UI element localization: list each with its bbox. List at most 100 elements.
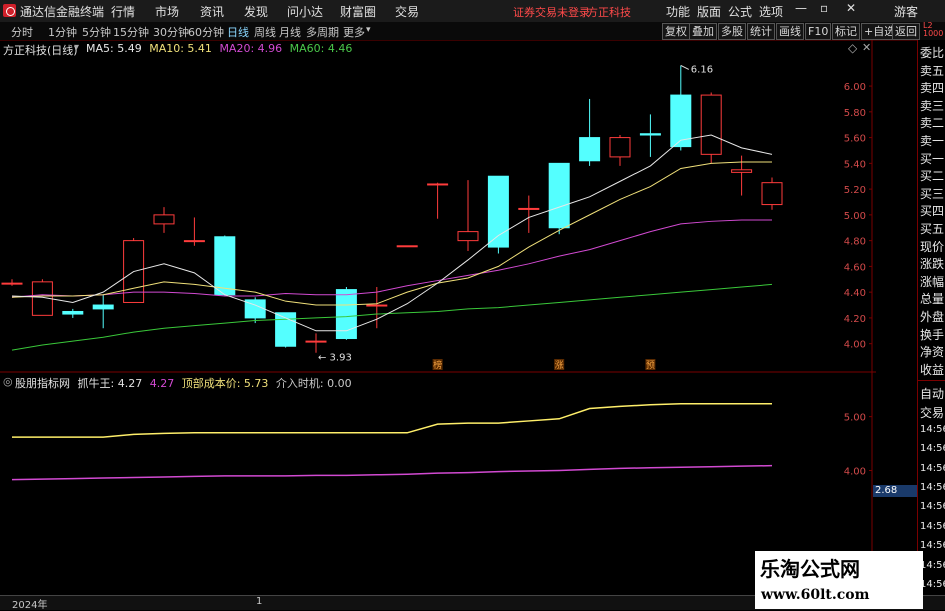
stock-name: 方正科技 <box>587 6 631 19</box>
menu-item-discover[interactable]: 发现 <box>244 3 268 20</box>
y-tick-label: 4.40 <box>844 288 866 299</box>
candle-body <box>579 137 601 162</box>
draw-button[interactable]: 画线 <box>776 23 804 40</box>
quote-label: 涨幅 <box>920 274 945 289</box>
adjust-button[interactable]: 复权 <box>662 23 690 40</box>
indicator-chart[interactable]: 5.004.002.00 <box>0 373 876 595</box>
menu-item-formula[interactable]: 公式 <box>728 3 752 20</box>
menu-item-trade[interactable]: 交易 <box>395 3 419 20</box>
ma-legend: MA5: 5.49 MA10: 5.41 MA20: 4.96 MA60: 4.… <box>86 42 356 55</box>
quote-label: 买二 <box>920 169 945 184</box>
y-tick-label: 5.40 <box>844 159 866 170</box>
chart-title: 方正科技(日线) <box>3 44 78 57</box>
ma60-label: MA60: 4.46 <box>289 42 353 55</box>
back-button[interactable]: 返回 <box>892 23 920 40</box>
ma10-label: MA10: 5.41 <box>149 42 212 55</box>
level-badge-icon: L2 1000 <box>923 21 944 38</box>
kline-chart[interactable]: 6.00 5.80 5.60 5.40 5.20 5.00 4.80 4.60 4.40 4.20… <box>0 40 876 373</box>
indicator-toggle-icon[interactable]: ◎ <box>3 375 13 388</box>
y-tick-label: 4.80 <box>844 237 866 248</box>
trade-time-label[interactable]: 自动 <box>920 385 944 402</box>
candle-body <box>700 94 722 155</box>
guest-label[interactable]: 游客 <box>894 3 918 20</box>
trade-time-label: 14:56 <box>920 559 945 571</box>
candle-body <box>639 133 661 136</box>
login-status[interactable]: 证券交易未登录 <box>513 4 590 20</box>
candle-body <box>731 169 753 173</box>
trade-time-label: 14:56 <box>920 482 945 493</box>
trade-time-label: 14:56 <box>920 540 945 552</box>
indicator-line2: 顶部成本价: 5.73 <box>181 377 269 390</box>
menu-item-layout[interactable]: 版面 <box>697 3 721 20</box>
ma-toggle-icon[interactable]: ▾ <box>74 42 79 53</box>
tab-period-monthly[interactable]: 月线 <box>279 24 301 40</box>
tab-period-weekly[interactable]: 周线 <box>254 24 276 40</box>
y-tick-label: 5.80 <box>844 108 866 119</box>
trade-time-label: 14:56 <box>920 462 945 474</box>
candle-body <box>153 214 175 225</box>
ma20-label: MA20: 4.96 <box>219 42 283 55</box>
y-tick-label: 5.20 <box>844 185 866 196</box>
more-chevron-icon[interactable]: ▾ <box>366 25 371 35</box>
menu-item-wealth[interactable]: 财富圈 <box>340 3 376 20</box>
trade-time-label: 14:56 <box>920 423 945 435</box>
tab-period-30min[interactable]: 30分钟 <box>153 24 189 40</box>
quote-label: 涨跌 <box>920 257 945 272</box>
quote-label: 现价 <box>920 239 945 254</box>
trade-time-label: 14:56 <box>920 520 945 532</box>
trade-time-label: 14:56 <box>920 579 945 590</box>
period-toolbar: 分时 1分钟 5分钟 15分钟 30分钟 60分钟 日线 周线 月线 多周期 更… <box>0 22 945 41</box>
y-tick-label: 4.00 <box>844 340 866 351</box>
minimize-icon[interactable]: — <box>795 1 807 15</box>
menu-item-assistant[interactable]: 问小达 <box>287 3 323 20</box>
quote-label: 卖一 <box>920 134 945 148</box>
quote-label: 总量 <box>920 292 945 307</box>
tab-period-5min[interactable]: 5分钟 <box>82 24 111 40</box>
y-tick-label: 4.20 <box>844 314 866 325</box>
restore-icon[interactable]: ▫ <box>820 1 828 15</box>
tab-period-15min[interactable]: 15分钟 <box>113 24 149 40</box>
quote-label: 收益 <box>920 362 945 377</box>
candle-body <box>92 304 114 310</box>
tab-period-60min[interactable]: 60分钟 <box>188 24 224 40</box>
menu-item-market[interactable]: 行情 <box>111 3 135 20</box>
marker-label: 涨 <box>555 360 564 371</box>
overlay-button[interactable]: 叠加 <box>689 23 717 40</box>
stats-button[interactable]: 统计 <box>747 23 775 40</box>
y-tick-label: 4.60 <box>844 262 866 273</box>
tab-period-daily[interactable]: 日线 <box>227 24 249 40</box>
quote-label: 卖五 <box>920 63 945 78</box>
tab-period-multi[interactable]: 多周期 <box>306 24 339 40</box>
quote-label: 委比 <box>920 46 945 60</box>
tab-period-1min[interactable]: 1分钟 <box>48 24 77 40</box>
chart-close-icon[interactable]: ✕ <box>862 41 871 54</box>
indicator-line1: 抓牛王: 4.27 <box>77 377 143 390</box>
indicator-legend: 股朋指标网 抓牛王: 4.27 4.27 顶部成本价: 5.73 介入时机: 0… <box>15 375 352 391</box>
multi-stock-button[interactable]: 多股 <box>718 23 746 40</box>
y-tick-label: 5.00 <box>844 211 866 222</box>
page-indicator[interactable]: 1 <box>256 596 262 607</box>
candle-body <box>214 236 236 296</box>
high-label: 6.16 <box>691 64 713 75</box>
top-cost-line <box>12 402 772 438</box>
candle-body <box>609 137 631 158</box>
quote-label: 买五 <box>920 222 945 236</box>
close-icon[interactable]: ✕ <box>846 1 856 15</box>
tab-period-intraday[interactable]: 分时 <box>11 24 33 40</box>
chart-settings-icon[interactable]: ◇ <box>848 41 857 55</box>
quote-label: 买一 <box>920 151 945 166</box>
candle-body <box>761 182 783 206</box>
menu-item-options[interactable]: 选项 <box>759 3 783 20</box>
quote-label: 买三 <box>920 186 945 201</box>
app-logo-icon <box>3 4 16 17</box>
menu-item-function[interactable]: 功能 <box>666 3 690 20</box>
f10-button[interactable]: F10 <box>805 23 832 40</box>
quote-label: 买四 <box>920 204 945 219</box>
tab-period-more[interactable]: 更多 <box>343 24 365 40</box>
trade-time-label: 14:56 <box>920 501 945 513</box>
candle-body <box>62 310 84 315</box>
mark-button[interactable]: 标记 <box>832 23 860 40</box>
menu-item-markets[interactable]: 市场 <box>155 3 179 20</box>
candle-body <box>427 183 449 186</box>
menu-item-news[interactable]: 资讯 <box>200 3 224 20</box>
